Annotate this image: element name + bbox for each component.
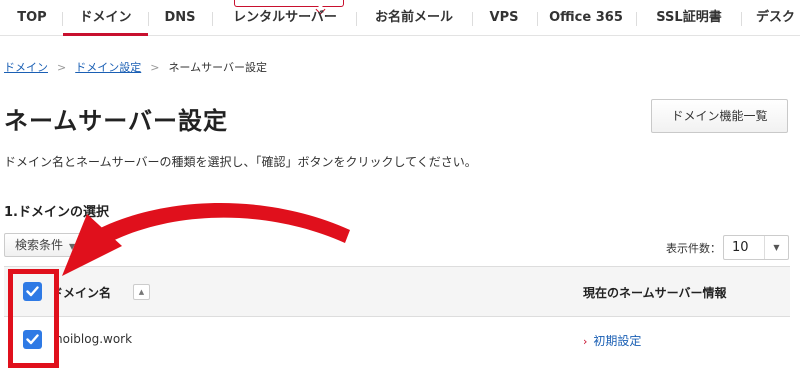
tab-top[interactable]: TOP — [6, 0, 58, 36]
sort-icon[interactable]: ▲ — [133, 284, 150, 300]
nav-divider — [537, 12, 538, 26]
table-row: hoiblog.work › 初期設定 — [4, 318, 790, 361]
nav-divider — [636, 12, 637, 26]
per-page-value: 10 — [732, 240, 749, 255]
tab-domain[interactable]: ドメイン — [63, 0, 148, 36]
breadcrumb-current: ネームサーバー設定 — [168, 61, 267, 74]
column-header-nameserver: 現在のネームサーバー情報 — [583, 286, 727, 300]
nav-divider — [472, 12, 473, 26]
search-conditions-button[interactable]: 検索条件 ▼ — [4, 233, 92, 257]
tab-desk[interactable]: デスク — [746, 0, 800, 36]
nav-divider — [356, 12, 357, 26]
domain-functions-button[interactable]: ドメイン機能一覧 — [651, 99, 788, 133]
breadcrumb-domain[interactable]: ドメイン — [4, 59, 48, 75]
tab-rental-server[interactable]: レンタルサーバー — [214, 0, 356, 36]
top-navigation: TOP ドメイン DNS レンタルサーバー お名前メール VPS Office … — [0, 0, 800, 36]
per-page-label: 表示件数： — [666, 242, 721, 255]
nameserver-link[interactable]: › 初期設定 — [583, 332, 641, 349]
tab-vps[interactable]: VPS — [474, 0, 534, 36]
tab-ssl[interactable]: SSL証明書 — [640, 0, 738, 36]
per-page-select[interactable]: 10 ▼ — [723, 235, 789, 260]
breadcrumb-separator: > — [150, 60, 160, 74]
tab-office-365[interactable]: Office 365 — [539, 0, 633, 36]
nav-divider — [148, 12, 149, 26]
nav-divider — [212, 12, 213, 26]
tab-onamae-mail[interactable]: お名前メール — [360, 0, 468, 36]
nameserver-value: 初期設定 — [593, 334, 642, 348]
tab-dns[interactable]: DNS — [150, 0, 210, 36]
domain-name-cell: hoiblog.work — [55, 332, 133, 346]
caret-down-icon: ▼ — [69, 242, 76, 251]
breadcrumb: ドメイン > ドメイン設定 > ネームサーバー設定 — [4, 59, 267, 75]
domain-table: ドメイン名 ▲ 現在のネームサーバー情報 hoiblog.work › 初期設定 — [4, 266, 790, 361]
instructions-text: ドメイン名とネームサーバーの種類を選択し、「確認」ボタンをクリックしてください。 — [4, 155, 477, 169]
table-header: ドメイン名 ▲ 現在のネームサーバー情報 — [4, 267, 790, 317]
breadcrumb-separator: > — [57, 60, 67, 74]
breadcrumb-domain-settings[interactable]: ドメイン設定 — [75, 59, 141, 75]
page-title: ネームサーバー設定 — [4, 107, 229, 135]
annotation-highlight-box — [8, 269, 59, 368]
column-header-domain: ドメイン名 — [51, 286, 112, 300]
chevron-right-icon: › — [583, 335, 588, 348]
search-conditions-label: 検索条件 — [15, 238, 64, 252]
chevron-down-icon: ▼ — [764, 236, 788, 259]
nav-divider — [741, 12, 742, 26]
section-heading: 1.ドメインの選択 — [4, 205, 109, 220]
